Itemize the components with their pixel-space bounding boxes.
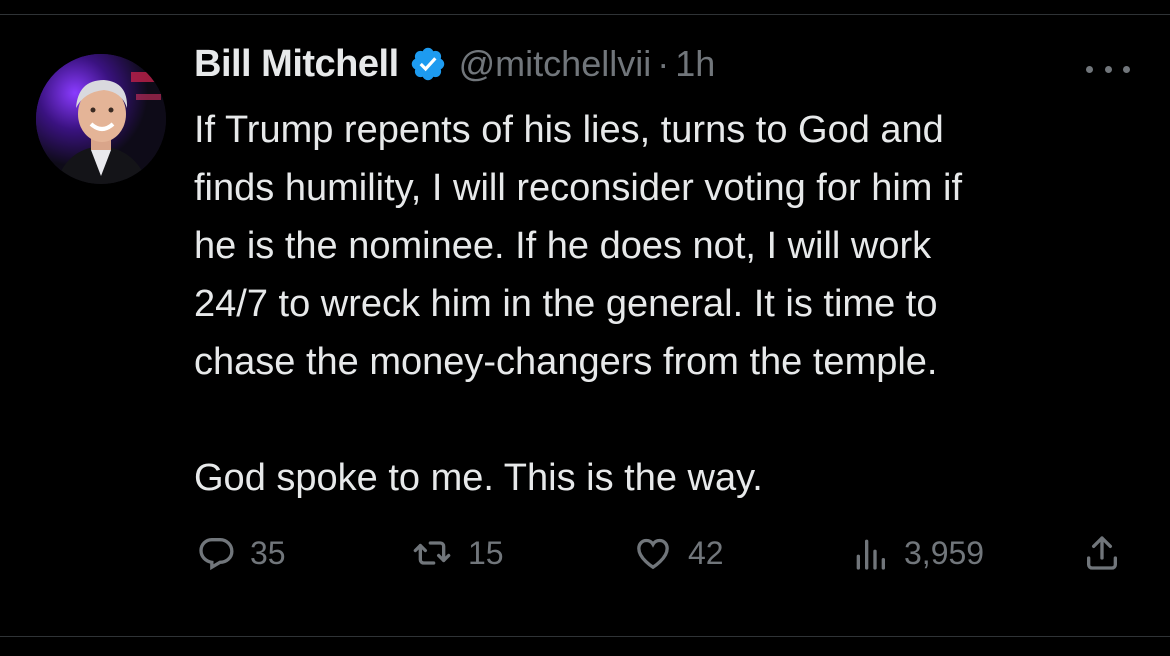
avatar[interactable] <box>36 54 166 184</box>
reply-icon <box>196 533 236 573</box>
views-icon <box>850 533 890 573</box>
action-bar: 35 15 42 3,959 <box>0 528 1170 578</box>
more-horizontal-icon[interactable] <box>1086 58 1130 80</box>
views-button[interactable]: 3,959 <box>850 528 984 578</box>
retweet-icon <box>410 533 454 573</box>
heart-icon <box>632 533 674 573</box>
retweet-button[interactable]: 15 <box>410 528 504 578</box>
tweet-text-line: God spoke to me. This is the way. <box>194 457 763 499</box>
like-count: 42 <box>688 534 724 571</box>
bottom-divider <box>0 636 1170 637</box>
like-button[interactable]: 42 <box>632 528 724 578</box>
views-count: 3,959 <box>904 534 985 571</box>
verified-badge-icon <box>409 45 447 83</box>
author-handle[interactable]: @mitchellvii <box>459 43 652 85</box>
reply-button[interactable]: 35 <box>196 528 286 578</box>
tweet-text-line: If Trump repents of his lies, turns to G… <box>194 109 944 151</box>
share-button[interactable] <box>1082 528 1122 578</box>
reply-count: 35 <box>250 534 286 571</box>
tweet-text-line: finds humility, I will reconsider voting… <box>194 167 962 209</box>
separator-dot: · <box>657 43 670 84</box>
tweet-text: If Trump repents of his lies, turns to G… <box>194 101 1144 507</box>
tweet-timestamp[interactable]: 1h <box>675 43 715 85</box>
tweet[interactable]: Bill Mitchell @mitchellvii · 1h If Trump… <box>0 15 1170 636</box>
author-display-name[interactable]: Bill Mitchell <box>194 43 399 86</box>
retweet-count: 15 <box>468 534 504 571</box>
tweet-text-line: 24/7 to wreck him in the general. It is … <box>194 283 938 325</box>
tweet-text-line: chase the money-changers from the temple… <box>194 341 938 383</box>
share-icon <box>1082 533 1122 573</box>
tweet-text-line: he is the nominee. If he does not, I wil… <box>194 225 932 267</box>
tweet-header: Bill Mitchell @mitchellvii · 1h <box>194 36 715 92</box>
